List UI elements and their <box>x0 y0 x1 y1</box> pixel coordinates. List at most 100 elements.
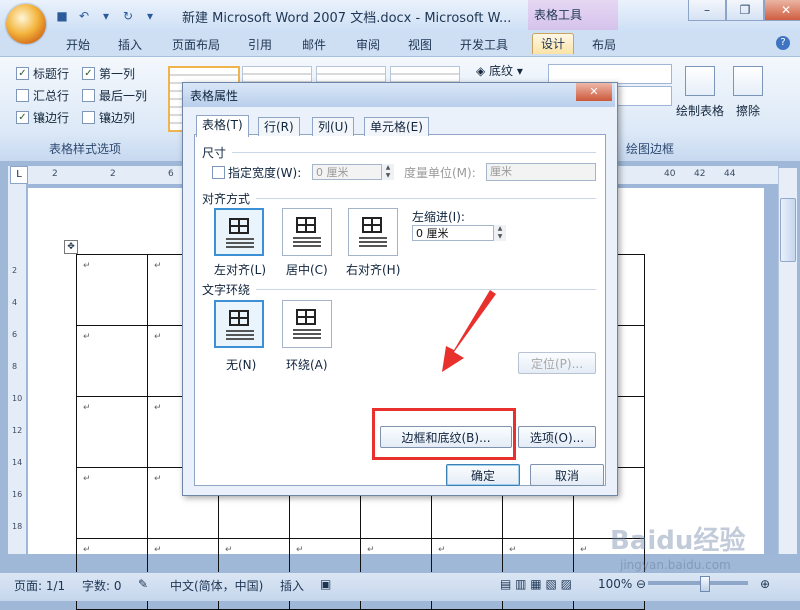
tab-selector-icon[interactable]: L <box>10 166 28 184</box>
eraser-icon <box>733 66 763 96</box>
minimize-button[interactable]: – <box>688 0 726 21</box>
tab-home[interactable]: 开始 <box>66 35 90 55</box>
language-status[interactable]: 中文(简体，中国) <box>170 577 263 594</box>
shading-button[interactable]: ◈ 底纹 ▾ <box>476 62 540 82</box>
zoom-in-icon[interactable]: ⊕ <box>760 577 770 591</box>
dropdown-icon[interactable]: ▾ <box>98 8 114 24</box>
window-title: 新建 Microsoft Word 2007 文档.docx - Microso… <box>182 11 512 26</box>
insert-mode[interactable]: 插入 <box>280 577 304 594</box>
zoom-out-icon[interactable]: ⊖ <box>636 577 646 591</box>
text-lines-icon <box>359 237 387 249</box>
checkbox-icon: ✓ <box>82 66 95 80</box>
word-count[interactable]: 字数: 0 <box>82 577 122 594</box>
checkbox-total-row[interactable]: 汇总行 <box>16 86 69 104</box>
checkbox-icon <box>82 110 95 124</box>
zoom-slider[interactable] <box>648 581 748 585</box>
office-button[interactable] <box>6 4 46 44</box>
align-right-button[interactable] <box>348 208 398 256</box>
align-left-button[interactable] <box>214 208 264 256</box>
checkbox-banded-columns[interactable]: 镶边列 <box>82 108 135 126</box>
table-cell[interactable]: ↵ <box>76 254 148 326</box>
tab-review[interactable]: 审阅 <box>356 35 380 55</box>
wrapping-section-label: 文字环绕 <box>202 283 251 297</box>
table-move-handle-icon[interactable]: ✥ <box>64 240 78 254</box>
proofing-icon[interactable]: ✎ <box>138 577 148 591</box>
preferred-width-label: 指定宽度(W): <box>228 166 302 180</box>
scrollbar-thumb[interactable] <box>780 198 796 262</box>
cell-end-mark-icon: ↵ <box>580 545 588 555</box>
tab-references[interactable]: 引用 <box>248 35 272 55</box>
ruler-number: 2 <box>110 169 116 179</box>
dialog-title-bar[interactable] <box>183 83 615 107</box>
tab-view[interactable]: 视图 <box>408 35 432 55</box>
table-tools-label: 表格工具 <box>534 8 583 22</box>
measure-in-select[interactable]: 厘米 <box>486 163 596 181</box>
tab-mailings[interactable]: 邮件 <box>302 35 326 55</box>
customize-icon[interactable]: ▾ <box>142 8 158 24</box>
indent-input[interactable]: 0 厘米 <box>412 225 506 241</box>
preferred-width-checkbox[interactable] <box>212 166 225 179</box>
eraser-button[interactable]: 擦除 <box>730 62 766 122</box>
page-count[interactable]: 页面: 1/1 <box>14 577 65 594</box>
tab-page-layout[interactable]: 页面布局 <box>172 35 220 55</box>
tab-design[interactable]: 设计 <box>532 33 575 54</box>
ruler-number: 8 <box>12 362 18 371</box>
zoom-slider-knob[interactable] <box>700 576 710 592</box>
draw-table-button[interactable]: 绘制表格 <box>670 62 730 122</box>
table-cell[interactable]: ↵ <box>76 325 148 397</box>
tab-layout[interactable]: 布局 <box>592 35 616 55</box>
alignment-section-label: 对齐方式 <box>202 192 251 206</box>
ruler-number: 2 <box>12 266 18 275</box>
align-center-button[interactable] <box>282 208 332 256</box>
save-icon[interactable]: ■ <box>54 8 70 24</box>
eraser-label: 擦除 <box>735 104 760 118</box>
table-cell[interactable]: ↵ <box>76 467 148 539</box>
watermark-url: jingyan.baidu.com <box>620 558 731 572</box>
cell-end-mark-icon: ↵ <box>154 545 162 555</box>
wrap-none-button[interactable] <box>214 300 264 348</box>
tab-table[interactable]: 表格(T) <box>196 115 249 137</box>
arrow-annotation-icon <box>442 290 496 372</box>
text-lines-icon <box>226 238 254 250</box>
tab-cell[interactable]: 单元格(E) <box>364 117 429 136</box>
checkbox-banded-rows[interactable]: ✓ 镶边行 <box>16 108 69 126</box>
dialog-close-button[interactable]: ✕ <box>576 83 612 101</box>
tab-column[interactable]: 列(U) <box>312 117 355 136</box>
zoom-level[interactable]: 100% <box>598 577 632 591</box>
options-button[interactable]: 选项(O)... <box>518 426 596 448</box>
restore-button[interactable]: ❐ <box>726 0 764 21</box>
separator <box>256 289 596 290</box>
group-label-draw-borders: 绘图边框 <box>625 142 674 156</box>
cell-end-mark-icon: ↵ <box>438 545 446 555</box>
width-spinner[interactable]: ▲ ▼ <box>381 164 394 180</box>
table-icon <box>296 217 316 233</box>
ok-button[interactable]: 确定 <box>446 464 520 486</box>
wrap-around-button[interactable] <box>282 300 332 348</box>
pencil-table-icon <box>685 66 715 96</box>
help-icon[interactable]: ? <box>776 36 790 50</box>
indent-spinner[interactable]: ▲ ▼ <box>493 225 506 241</box>
view-buttons[interactable]: ▤ ▥ ▦ ▧ ▨ <box>500 577 572 591</box>
redo-icon[interactable]: ↻ <box>120 8 136 24</box>
tab-developer[interactable]: 开发工具 <box>460 35 508 55</box>
ruler-number: 4 <box>12 298 18 307</box>
cell-end-mark-icon: ↵ <box>83 403 91 413</box>
table-cell[interactable]: ↵ <box>76 396 148 468</box>
line-style-select[interactable] <box>548 64 672 84</box>
checkbox-first-column[interactable]: ✓ 第一列 <box>82 64 135 82</box>
align-right-label: 右对齐(H) <box>346 263 401 277</box>
ruler-number: 44 <box>724 169 736 179</box>
positioning-button[interactable]: 定位(P)... <box>518 352 596 374</box>
table-icon <box>229 218 249 234</box>
cell-end-mark-icon: ↵ <box>154 474 162 484</box>
checkbox-last-column[interactable]: 最后一列 <box>82 86 147 104</box>
dialog-title: 表格属性 <box>190 89 239 103</box>
cancel-button[interactable]: 取消 <box>530 464 604 486</box>
tab-row[interactable]: 行(R) <box>258 117 300 136</box>
macro-icon[interactable]: ▣ <box>320 577 331 591</box>
tab-insert[interactable]: 插入 <box>118 35 142 55</box>
close-button[interactable]: ✕ <box>764 0 800 21</box>
checkbox-header-row[interactable]: ✓ 标题行 <box>16 64 69 82</box>
undo-icon[interactable]: ↶ <box>76 8 92 24</box>
cell-end-mark-icon: ↵ <box>83 332 91 342</box>
